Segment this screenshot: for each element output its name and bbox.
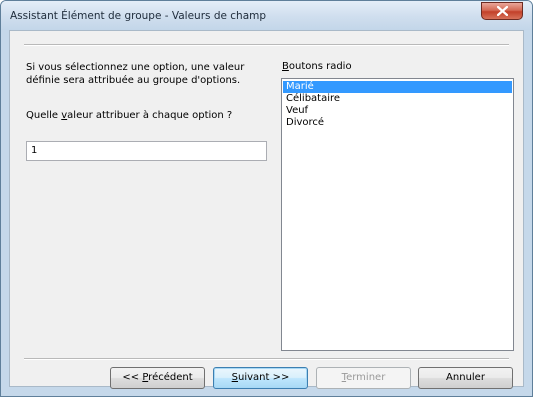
question-post: aleur attribuer à chaque option ? bbox=[67, 110, 233, 121]
prev-post: récédent bbox=[148, 372, 193, 383]
cancel-button[interactable]: Annuler bbox=[418, 367, 513, 389]
list-item-divorce[interactable]: Divorcé bbox=[283, 117, 512, 129]
prev-pre: << bbox=[122, 372, 143, 383]
title-bar[interactable]: Assistant Élément de groupe - Valeurs de… bbox=[1, 1, 532, 30]
question-pre: Quelle bbox=[26, 110, 62, 121]
list-item-celibataire[interactable]: Célibataire bbox=[283, 93, 512, 105]
list-item-veuf[interactable]: Veuf bbox=[283, 105, 512, 117]
description-text: Si vous sélectionnez une option, une val… bbox=[26, 61, 266, 87]
finish-post: erminer bbox=[346, 372, 386, 383]
radio-label-rest: outons radio bbox=[288, 61, 352, 72]
close-button[interactable] bbox=[481, 2, 523, 20]
dialog-client-area: Si vous sélectionnez une option, une val… bbox=[9, 30, 524, 389]
window-title: Assistant Élément de groupe - Valeurs de… bbox=[10, 10, 267, 22]
list-item-marie[interactable]: Marié bbox=[283, 81, 512, 93]
close-x-icon bbox=[497, 6, 508, 16]
previous-button[interactable]: << Précédent bbox=[110, 367, 205, 389]
option-value-input[interactable]: 1 bbox=[26, 141, 267, 161]
bottom-separator bbox=[24, 358, 509, 360]
description-line-1: Si vous sélectionnez une option, une val… bbox=[26, 62, 245, 73]
value-question-label: Quelle valeur attribuer à chaque option … bbox=[26, 110, 232, 121]
wizard-window: Assistant Élément de groupe - Valeurs de… bbox=[0, 0, 533, 397]
description-line-2: définie sera attribuée au groupe d'optio… bbox=[26, 75, 241, 86]
radio-label-accelerator: B bbox=[282, 61, 289, 72]
finish-button[interactable]: Terminer bbox=[316, 367, 411, 389]
top-separator bbox=[24, 44, 509, 46]
radio-options-listbox[interactable]: Marié Célibataire Veuf Divorcé bbox=[281, 78, 514, 351]
next-button[interactable]: Suivant >> bbox=[213, 367, 308, 389]
next-post: uivant >> bbox=[238, 372, 290, 383]
radio-buttons-label: Boutons radio bbox=[282, 61, 352, 72]
